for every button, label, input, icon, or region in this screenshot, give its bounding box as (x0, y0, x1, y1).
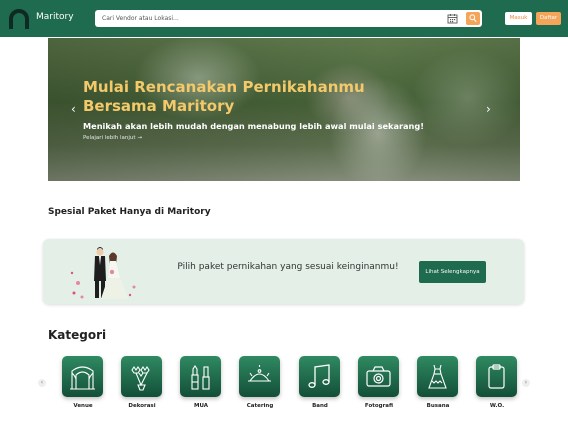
calendar-icon[interactable] (447, 13, 458, 24)
food-cloche-icon (248, 365, 271, 382)
special-section-title: Spesial Paket Hanya di Maritory (48, 207, 211, 217)
top-navbar: Maritory Masuk Daftar (0, 0, 568, 37)
search-bar (95, 10, 482, 27)
promo-text: Pilih paket pernikahan yang sesuai keing… (177, 262, 399, 272)
clipboard-icon (488, 364, 505, 389)
wedding-couple-illustration (70, 247, 136, 299)
category-tile (180, 356, 221, 397)
brand-name[interactable]: Maritory (36, 12, 74, 22)
venue-icon (70, 366, 95, 390)
category-venue[interactable]: Venue (55, 350, 111, 416)
category-tile (239, 356, 280, 397)
category-tile (62, 356, 103, 397)
category-band[interactable]: Band (292, 350, 348, 416)
category-tile (358, 356, 399, 397)
category-mua[interactable]: MUA (173, 350, 229, 416)
category-section-title: Kategori (48, 328, 107, 342)
search-input[interactable] (102, 10, 432, 27)
login-button[interactable]: Masuk (505, 12, 532, 25)
learn-more-label: Pelajari lebih lanjut (83, 135, 136, 141)
register-button[interactable]: Daftar (536, 12, 561, 25)
category-tile (476, 356, 517, 397)
dress-icon (428, 364, 447, 389)
category-dekorasi[interactable]: Dekorasi (114, 350, 170, 416)
category-wo[interactable]: W.O. (469, 350, 525, 416)
hero-subtitle: Menikah akan lebih mudah dengan menabung… (83, 121, 424, 131)
category-label: Venue (73, 403, 93, 409)
search-button[interactable] (466, 12, 480, 25)
category-tile (299, 356, 340, 397)
chevron-right-icon[interactable]: › (486, 102, 496, 116)
promo-card: Pilih paket pernikahan yang sesuai keing… (43, 239, 524, 304)
hero-banner: Mulai Rencanakan Pernikahanmu Bersama Ma… (48, 38, 520, 181)
category-label: MUA (193, 403, 209, 409)
category-label: Catering (246, 403, 274, 409)
see-more-button[interactable]: Lihat Selengkapnya (419, 261, 486, 283)
category-tile (121, 356, 162, 397)
music-note-icon (308, 364, 330, 388)
category-tile (417, 356, 458, 397)
category-label: W.O. (489, 403, 505, 409)
arrow-right-icon: → (137, 135, 142, 141)
category-label: Fotografi (364, 403, 394, 409)
hero-title: Mulai Rencanakan Pernikahanmu Bersama Ma… (83, 78, 365, 115)
category-fotografi[interactable]: Fotografi (351, 350, 407, 416)
category-label: Dekorasi (128, 403, 156, 409)
category-label: Busana (426, 403, 450, 409)
camera-icon (366, 366, 391, 387)
category-label: Band (312, 403, 328, 409)
chevron-left-icon[interactable]: ‹ (38, 379, 46, 387)
logo-icon[interactable] (8, 9, 30, 31)
flowers-icon (131, 366, 150, 391)
search-icon (469, 14, 477, 23)
chevron-left-icon[interactable]: ‹ (71, 102, 81, 116)
category-busana[interactable]: Busana (410, 350, 466, 416)
category-catering[interactable]: Catering (232, 350, 288, 416)
learn-more-link[interactable]: Pelajari lebih lanjut → (83, 135, 142, 141)
makeup-icon (191, 365, 210, 390)
